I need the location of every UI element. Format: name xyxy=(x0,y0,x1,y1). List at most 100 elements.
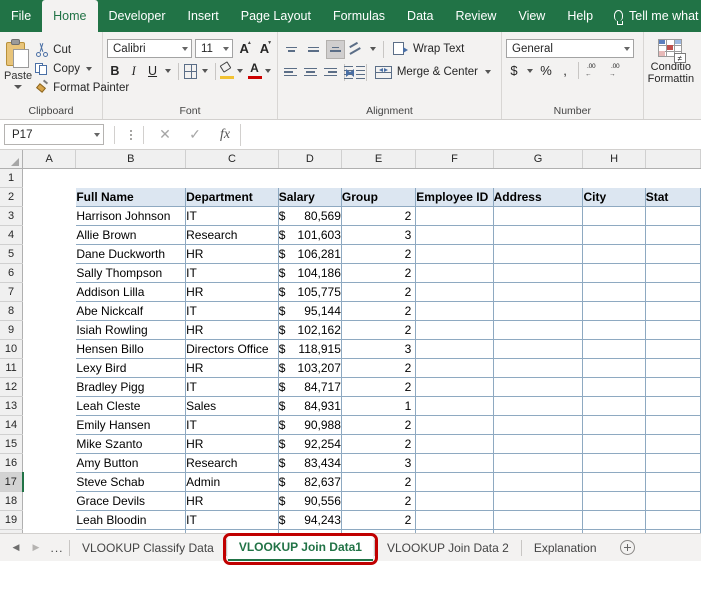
cell-d10-salary[interactable]: $118,915 xyxy=(277,338,342,359)
cell-e15-group[interactable]: 2 xyxy=(340,433,417,454)
column-header-a[interactable]: A xyxy=(22,150,77,169)
cell-b8-name[interactable]: Abe Nickcalf xyxy=(75,300,187,321)
align-top-button[interactable] xyxy=(282,40,301,59)
row-header-15[interactable]: 15 xyxy=(0,434,24,454)
ribbon-tab-review[interactable]: Review xyxy=(444,0,507,32)
cell-a19[interactable] xyxy=(22,510,77,530)
cell-g17[interactable] xyxy=(492,471,584,492)
cell-e14-group[interactable]: 2 xyxy=(340,414,417,435)
cell-d14-salary[interactable]: $90,988 xyxy=(277,414,342,435)
cell-d4-salary[interactable]: $101,603 xyxy=(277,224,342,245)
cell-a7[interactable] xyxy=(22,282,77,302)
cell-a2[interactable] xyxy=(22,187,77,207)
cell-h12[interactable] xyxy=(582,376,646,397)
chevron-down-icon[interactable] xyxy=(370,47,376,51)
cell-e5-group[interactable]: 2 xyxy=(340,243,417,264)
cell-h3[interactable] xyxy=(582,205,646,226)
cell-i1[interactable] xyxy=(645,168,701,188)
formula-bar-expand-handle[interactable] xyxy=(125,129,137,140)
cell-d12-salary[interactable]: $84,717 xyxy=(277,376,342,397)
cell-g19[interactable] xyxy=(492,509,584,530)
cell-g8[interactable] xyxy=(492,300,584,321)
font-size-select[interactable]: 11 xyxy=(194,39,233,58)
cell-e8-group[interactable]: 2 xyxy=(340,300,417,321)
cell-d3-salary[interactable]: $80,569 xyxy=(277,205,342,226)
chevron-down-icon[interactable] xyxy=(86,66,92,71)
cell-i15[interactable] xyxy=(644,433,701,454)
sheet-tab-explanation[interactable]: Explanation xyxy=(522,534,608,561)
sheet-overflow-icon[interactable]: ... xyxy=(46,538,68,558)
cell-f3[interactable] xyxy=(415,205,494,226)
row-header-3[interactable]: 3 xyxy=(0,206,24,226)
cell-b15-name[interactable]: Mike Szanto xyxy=(75,433,187,454)
cell-c11-dept[interactable]: HR xyxy=(185,357,279,378)
align-bottom-button[interactable] xyxy=(326,39,345,59)
cell-h8[interactable] xyxy=(582,300,646,321)
cell-f12[interactable] xyxy=(415,376,494,397)
cell-f10[interactable] xyxy=(415,338,494,359)
borders-icon[interactable] xyxy=(184,63,197,79)
cell-a13[interactable] xyxy=(22,396,77,416)
cell-i3[interactable] xyxy=(644,205,701,226)
chevron-down-icon[interactable] xyxy=(165,69,172,73)
cell-b19-name[interactable]: Leah Bloodin xyxy=(75,509,187,530)
cell-g2-address-header[interactable]: Address xyxy=(492,186,584,207)
row-header-17[interactable]: 17 xyxy=(0,472,24,492)
cell-g11[interactable] xyxy=(492,357,584,378)
cell-f5[interactable] xyxy=(415,243,494,264)
cell-d16-salary[interactable]: $83,434 xyxy=(277,452,342,473)
cell-c6-dept[interactable]: IT xyxy=(185,262,279,283)
row-header-1[interactable]: 1 xyxy=(0,168,24,188)
chevron-down-icon[interactable] xyxy=(485,70,491,74)
fill-color-icon[interactable] xyxy=(219,61,235,79)
row-header-19[interactable]: 19 xyxy=(0,510,24,530)
row-header-16[interactable]: 16 xyxy=(0,453,24,473)
cell-f13[interactable] xyxy=(415,395,494,416)
insert-function-icon[interactable]: fx xyxy=(210,124,240,146)
cell-e9-group[interactable]: 2 xyxy=(340,319,417,340)
cell-c13-dept[interactable]: Sales xyxy=(185,395,279,416)
cell-h9[interactable] xyxy=(582,319,646,340)
cell-f7[interactable] xyxy=(415,281,494,302)
cell-i11[interactable] xyxy=(644,357,701,378)
currency-format-button[interactable]: $ xyxy=(506,61,522,80)
cell-f16[interactable] xyxy=(415,452,494,473)
cell-c8-dept[interactable]: IT xyxy=(185,300,279,321)
ribbon-tab-home[interactable]: Home xyxy=(42,0,98,32)
cell-c4-dept[interactable]: Research xyxy=(185,224,279,245)
cell-f6[interactable] xyxy=(415,262,494,283)
ribbon-tab-page-layout[interactable]: Page Layout xyxy=(230,0,322,32)
row-header-6[interactable]: 6 xyxy=(0,263,24,283)
formula-input[interactable] xyxy=(241,123,697,146)
cell-c15-dept[interactable]: HR xyxy=(185,433,279,454)
cell-b12-name[interactable]: Bradley Pigg xyxy=(75,376,187,397)
column-header-e[interactable]: E xyxy=(341,150,417,169)
paste-button[interactable]: Paste xyxy=(4,37,32,102)
cell-b10-name[interactable]: Hensen Billo xyxy=(75,338,187,359)
cell-h1[interactable] xyxy=(582,168,646,188)
cancel-entry-icon[interactable]: ✕ xyxy=(150,124,180,146)
next-sheet-arrow-icon[interactable]: ▶ xyxy=(26,538,46,558)
cell-i4[interactable] xyxy=(644,224,701,245)
cell-a11[interactable] xyxy=(22,358,77,378)
bold-button[interactable]: B xyxy=(107,61,123,81)
cell-g16[interactable] xyxy=(492,452,584,473)
cell-d1[interactable] xyxy=(278,168,342,188)
cell-d7-salary[interactable]: $105,775 xyxy=(277,281,342,302)
underline-button[interactable]: U xyxy=(145,61,161,81)
cell-c9-dept[interactable]: HR xyxy=(185,319,279,340)
select-all-corner[interactable] xyxy=(0,150,24,169)
cell-a12[interactable] xyxy=(22,377,77,397)
cell-a10[interactable] xyxy=(22,339,77,359)
cell-f8[interactable] xyxy=(415,300,494,321)
font-color-icon[interactable]: A xyxy=(248,61,263,79)
column-header-f[interactable]: F xyxy=(415,150,494,169)
cell-e13-group[interactable]: 1 xyxy=(340,395,417,416)
cell-g5[interactable] xyxy=(492,243,584,264)
cell-e10-group[interactable]: 3 xyxy=(340,338,417,359)
cell-g12[interactable] xyxy=(492,376,584,397)
cell-c18-dept[interactable]: HR xyxy=(185,490,279,511)
wrap-text-button[interactable]: Wrap Text xyxy=(389,39,468,59)
column-header-b[interactable]: B xyxy=(75,150,187,169)
cell-a17[interactable] xyxy=(22,472,77,492)
